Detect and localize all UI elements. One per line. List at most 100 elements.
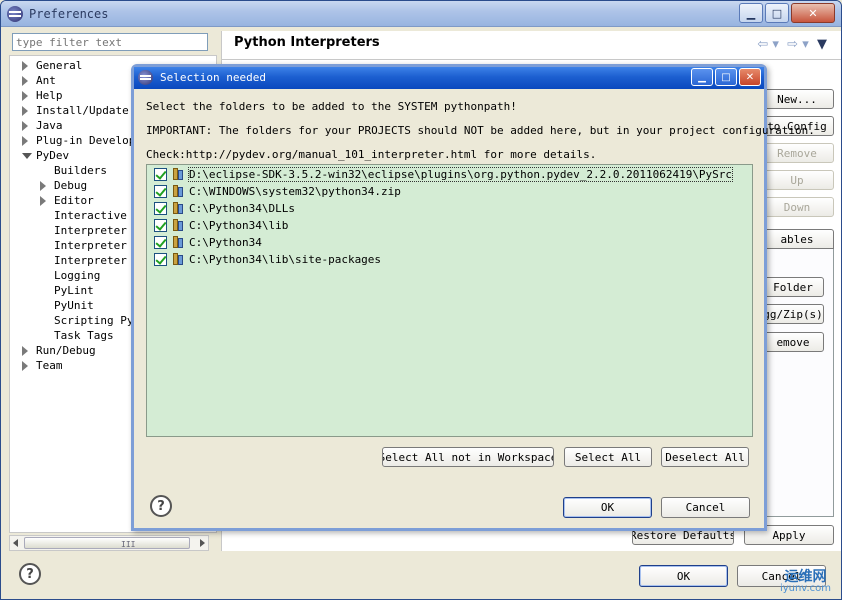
up-button[interactable]: Up <box>760 170 834 190</box>
dialog-check-link: Check:http://pydev.org/manual_101_interp… <box>146 148 597 161</box>
view-menu-icon[interactable]: ▼ <box>817 37 827 52</box>
library-folder-icon <box>172 184 186 198</box>
dialog-important-note: IMPORTANT: The folders for your PROJECTS… <box>146 124 815 137</box>
tree-item-label: Interpreter - <box>54 254 141 267</box>
collapsed-arrow-icon[interactable] <box>22 61 28 71</box>
collapsed-arrow-icon[interactable] <box>40 196 46 206</box>
dialog-cancel-button[interactable]: Cancel <box>661 497 750 518</box>
folder-path: C:\WINDOWS\system32\python34.zip <box>189 184 401 198</box>
tree-item-label: Team <box>36 359 63 372</box>
tree-item-label: Task Tags <box>54 329 114 342</box>
tree-item-label: PyLint <box>54 284 94 297</box>
folder-path: C:\Python34\lib <box>189 218 289 232</box>
remove-lib-button[interactable]: emove <box>762 332 824 352</box>
ok-button[interactable]: OK <box>639 565 728 587</box>
checkbox-checked[interactable] <box>154 184 167 198</box>
tree-item-label: PyUnit <box>54 299 94 312</box>
page-navigation: ⇦ ▾ ⇨ ▾ ▼ <box>757 37 827 52</box>
library-folder-icon <box>172 201 186 215</box>
library-folder-icon <box>172 252 186 266</box>
dialog-ok-button[interactable]: OK <box>563 497 652 518</box>
tree-item-label: Builders <box>54 164 107 177</box>
tree-item-label: General <box>36 59 83 72</box>
folder-list-item[interactable]: C:\Python34\lib <box>154 217 288 233</box>
checkbox-checked[interactable] <box>154 218 167 232</box>
folder-list[interactable]: D:\eclipse-SDK-3.5.2-win32\eclipse\plugi… <box>146 164 753 437</box>
folder-list-item[interactable]: D:\eclipse-SDK-3.5.2-win32\eclipse\plugi… <box>154 166 734 182</box>
collapsed-arrow-icon[interactable] <box>22 346 28 356</box>
collapsed-arrow-icon[interactable] <box>22 91 28 101</box>
tree-item-label: Ant <box>36 74 56 87</box>
watermark: 运维网 iyunv.com <box>779 569 831 594</box>
folder-list-item[interactable]: C:\Python34\DLLs <box>154 200 295 216</box>
checkbox-checked[interactable] <box>154 201 167 215</box>
tree-item-label: Run/Debug <box>36 344 96 357</box>
page-title: Python Interpreters <box>234 35 380 50</box>
collapsed-arrow-icon[interactable] <box>22 121 28 131</box>
collapsed-arrow-icon[interactable] <box>22 136 28 146</box>
scroll-left-arrow-icon[interactable] <box>13 539 18 547</box>
collapsed-arrow-icon[interactable] <box>22 76 28 86</box>
dialog-maximize-button[interactable]: □ <box>715 68 737 86</box>
tab-environment-variables[interactable]: ables <box>760 229 834 249</box>
window-title: Preferences <box>29 7 109 21</box>
new-interpreter-button[interactable]: New... <box>760 89 834 109</box>
filter-input[interactable] <box>12 33 208 51</box>
select-all-not-in-workspace-button[interactable]: Select All not in Workspace <box>382 447 554 467</box>
tree-item-label: Plug-in Develop <box>36 134 136 147</box>
new-folder-button[interactable]: Folder <box>762 277 824 297</box>
tree-item-label: Interpreter - <box>54 224 141 237</box>
tree-item-label: Interactive C <box>54 209 141 222</box>
scroll-thumb[interactable]: III <box>24 537 190 549</box>
selection-dialog: Selection needed ▁ □ ✕ Select the folder… <box>131 64 815 531</box>
back-arrow-icon[interactable]: ⇦ ▾ <box>757 37 779 52</box>
tree-item-label: Debug <box>54 179 88 192</box>
tree-item-label: Scripting PyD <box>54 314 141 327</box>
select-all-button[interactable]: Select All <box>564 447 652 467</box>
checkbox-checked[interactable] <box>154 167 167 181</box>
eclipse-icon <box>138 70 153 85</box>
tree-item-label: Logging <box>54 269 101 282</box>
minimize-button[interactable]: ▁ <box>739 3 763 23</box>
new-egg-zip-button[interactable]: gg/Zip(s) <box>762 304 824 324</box>
checkbox-checked[interactable] <box>154 252 167 266</box>
scroll-grip: III <box>121 540 136 549</box>
folder-list-item[interactable]: C:\WINDOWS\system32\python34.zip <box>154 183 401 199</box>
tree-item-label: Help <box>36 89 63 102</box>
close-button[interactable]: ✕ <box>791 3 835 23</box>
tree-item-label: PyDev <box>36 149 70 162</box>
dialog-help-icon[interactable]: ? <box>150 495 172 517</box>
tree-item-label: Java <box>36 119 63 132</box>
dialog-close-button[interactable]: ✕ <box>739 68 761 86</box>
collapsed-arrow-icon[interactable] <box>22 106 28 116</box>
folder-list-item[interactable]: C:\Python34\lib\site-packages <box>154 251 381 267</box>
library-folder-icon <box>172 218 186 232</box>
window-titlebar[interactable]: Preferences ▁ □ ✕ <box>1 1 841 27</box>
folder-path: C:\Python34\DLLs <box>189 201 295 215</box>
library-folder-icon <box>172 167 186 181</box>
tree-item-label: Editor <box>54 194 94 207</box>
folder-path: C:\Python34 <box>189 235 262 249</box>
folder-path: C:\Python34\lib\site-packages <box>189 252 382 266</box>
maximize-button[interactable]: □ <box>765 3 789 23</box>
dialog-titlebar[interactable]: Selection needed ▁ □ ✕ <box>134 67 764 89</box>
help-icon[interactable]: ? <box>19 563 41 585</box>
tree-item-label: Interpreter - <box>54 239 141 252</box>
dialog-title: Selection needed <box>160 71 266 84</box>
folder-path: D:\eclipse-SDK-3.5.2-win32\eclipse\plugi… <box>187 166 734 182</box>
collapsed-arrow-icon[interactable] <box>22 361 28 371</box>
checkbox-checked[interactable] <box>154 235 167 249</box>
scroll-right-arrow-icon[interactable] <box>200 539 205 547</box>
deselect-all-button[interactable]: Deselect All <box>661 447 749 467</box>
library-folder-icon <box>172 235 186 249</box>
dialog-minimize-button[interactable]: ▁ <box>691 68 713 86</box>
tree-horizontal-scrollbar[interactable]: III <box>9 535 209 551</box>
dialog-instruction: Select the folders to be added to the SY… <box>146 100 517 113</box>
folder-list-item[interactable]: C:\Python34 <box>154 234 262 250</box>
collapsed-arrow-icon[interactable] <box>40 181 46 191</box>
down-button[interactable]: Down <box>760 197 834 217</box>
header-divider <box>222 59 841 60</box>
remove-interpreter-button[interactable]: Remove <box>760 143 834 163</box>
expanded-arrow-icon[interactable] <box>22 153 32 159</box>
forward-arrow-icon[interactable]: ⇨ ▾ <box>787 37 809 52</box>
